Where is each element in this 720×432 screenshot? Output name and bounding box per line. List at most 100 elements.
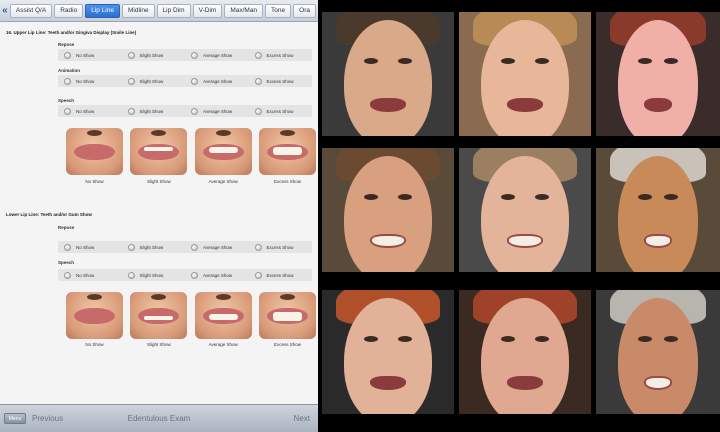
previous-button[interactable]: Previous xyxy=(32,414,63,423)
upper-lip-illustrations xyxy=(66,128,316,175)
lower-lip-illustration-average-show[interactable] xyxy=(194,292,252,339)
upper-speech-excess-show[interactable]: Excess Show xyxy=(249,105,313,117)
lip-illustration-excess-show[interactable] xyxy=(258,128,316,175)
lower-lip-captions: No Show Slight Show Average Show Excess … xyxy=(66,342,316,347)
lip-illustration-no-show[interactable] xyxy=(66,128,123,175)
option-label: Excess Show xyxy=(266,244,294,250)
option-label: No Show xyxy=(76,52,95,58)
radio-icon xyxy=(127,51,135,59)
radio-icon xyxy=(191,77,198,85)
upper-speech-slight-show[interactable]: Slight Show xyxy=(122,105,186,117)
tab-assist-qa[interactable]: Assist Q/A xyxy=(9,3,53,18)
radio-icon xyxy=(254,271,262,279)
caption: No Show xyxy=(85,179,104,184)
bottom-toolbar: Menu Previous Edentulous Exam Next xyxy=(0,404,318,432)
patient-photo-9[interactable] xyxy=(596,290,720,414)
lower-speech-no-show[interactable]: No Show xyxy=(58,269,122,281)
upper-repose-average-show[interactable]: Average Show xyxy=(185,49,249,61)
patient-photo-7[interactable] xyxy=(322,290,454,414)
app-window: « Assist Q/A Radio Lip Line Midline Lip … xyxy=(0,0,720,432)
option-label: Average Show xyxy=(203,52,233,58)
lower-speech-label: Speech xyxy=(58,260,75,265)
tab-v-dim[interactable]: V-Dim xyxy=(192,3,223,18)
lip-illustration-average-show[interactable] xyxy=(194,128,252,175)
radio-icon xyxy=(254,243,262,251)
radio-icon xyxy=(127,107,135,115)
upper-animation-radio-group: No Show Slight Show Average Show Excess … xyxy=(58,75,312,87)
option-label: Excess Show xyxy=(266,78,294,84)
tab-tone[interactable]: Tone xyxy=(265,3,292,18)
caption: Average Show xyxy=(208,342,238,347)
lower-speech-slight-show[interactable]: Slight Show xyxy=(122,269,186,281)
tab-radio[interactable]: Radio xyxy=(54,3,84,18)
lower-repose-average-show[interactable]: Average Show xyxy=(185,241,249,253)
upper-animation-no-show[interactable]: No Show xyxy=(58,75,122,87)
upper-animation-excess-show[interactable]: Excess Show xyxy=(249,75,313,87)
radio-icon xyxy=(64,51,71,59)
tab-lip-dim[interactable]: Lip Dim xyxy=(156,3,191,18)
option-label: Excess Show xyxy=(266,52,294,58)
upper-speech-radio-group: No Show Slight Show Average Show Excess … xyxy=(58,105,312,117)
upper-speech-average-show[interactable]: Average Show xyxy=(185,105,249,117)
lower-lip-illustration-no-show[interactable] xyxy=(66,292,123,339)
option-label: Slight Show xyxy=(139,52,164,58)
lower-lip-illustration-slight-show[interactable] xyxy=(130,292,188,339)
tab-lip-line[interactable]: Lip Line xyxy=(85,3,120,18)
tab-max-man[interactable]: Max/Man xyxy=(224,3,264,18)
option-label: No Show xyxy=(76,272,95,278)
tab-ora[interactable]: Ora xyxy=(293,3,316,18)
lip-illustration-slight-show[interactable] xyxy=(130,128,188,175)
lower-speech-radio-group: No Show Slight Show Average Show Excess … xyxy=(58,269,312,281)
radio-icon xyxy=(254,107,262,115)
caption: Slight Show xyxy=(146,342,171,347)
upper-animation-label: Animation xyxy=(58,68,80,73)
caption: Excess Show xyxy=(273,179,301,184)
upper-animation-average-show[interactable]: Average Show xyxy=(185,75,249,87)
patient-photo-2[interactable] xyxy=(459,12,591,136)
lower-lip-illustration-excess-show[interactable] xyxy=(258,292,316,339)
patient-photo-6[interactable] xyxy=(596,148,720,272)
radio-icon xyxy=(64,243,71,251)
radio-icon xyxy=(191,271,198,279)
upper-speech-label: Speech xyxy=(58,98,75,103)
option-label: No Show xyxy=(76,78,95,84)
radio-icon xyxy=(127,243,135,251)
patient-photo-8[interactable] xyxy=(459,290,591,414)
lower-repose-slight-show[interactable]: Slight Show xyxy=(122,241,186,253)
patient-photo-5[interactable] xyxy=(459,148,591,272)
lower-repose-no-show[interactable]: No Show xyxy=(58,241,122,253)
option-label: Slight Show xyxy=(139,272,164,278)
upper-animation-slight-show[interactable]: Slight Show xyxy=(122,75,186,87)
tab-midline[interactable]: Midline xyxy=(121,3,155,18)
option-label: Average Show xyxy=(203,108,233,114)
upper-repose-slight-show[interactable]: Slight Show xyxy=(122,49,186,61)
radio-icon xyxy=(191,243,198,251)
option-label: Slight Show xyxy=(139,108,164,114)
caption: Excess Show xyxy=(273,342,301,347)
lower-repose-label: Repose xyxy=(58,225,75,230)
next-button[interactable]: Next xyxy=(294,414,310,423)
patient-photo-4[interactable] xyxy=(322,148,454,272)
option-label: Average Show xyxy=(203,244,233,250)
lower-speech-average-show[interactable]: Average Show xyxy=(185,269,249,281)
patient-photo-1[interactable] xyxy=(322,12,454,136)
radio-icon xyxy=(191,107,198,115)
option-label: Average Show xyxy=(203,78,233,84)
option-label: No Show xyxy=(76,108,95,114)
option-label: Excess Show xyxy=(266,108,294,114)
radio-icon xyxy=(64,107,71,115)
upper-lip-title: 16. Upper Lip Line: Teeth and/or Gingiva… xyxy=(6,30,137,35)
upper-repose-excess-show[interactable]: Excess Show xyxy=(249,49,313,61)
patient-photo-3[interactable] xyxy=(596,12,720,136)
exam-panel: « Assist Q/A Radio Lip Line Midline Lip … xyxy=(0,0,318,432)
upper-repose-radio-group: No Show Slight Show Average Show Excess … xyxy=(58,49,312,61)
tab-scroll-left-icon[interactable]: « xyxy=(0,4,10,18)
menu-button[interactable]: Menu xyxy=(4,413,26,424)
lower-speech-excess-show[interactable]: Excess Show xyxy=(249,269,313,281)
lower-repose-radio-group: No Show Slight Show Average Show Excess … xyxy=(58,241,312,253)
upper-repose-no-show[interactable]: No Show xyxy=(58,49,122,61)
upper-speech-no-show[interactable]: No Show xyxy=(58,105,122,117)
lower-repose-excess-show[interactable]: Excess Show xyxy=(249,241,313,253)
caption: No Show xyxy=(85,342,104,347)
option-label: Average Show xyxy=(203,272,233,278)
